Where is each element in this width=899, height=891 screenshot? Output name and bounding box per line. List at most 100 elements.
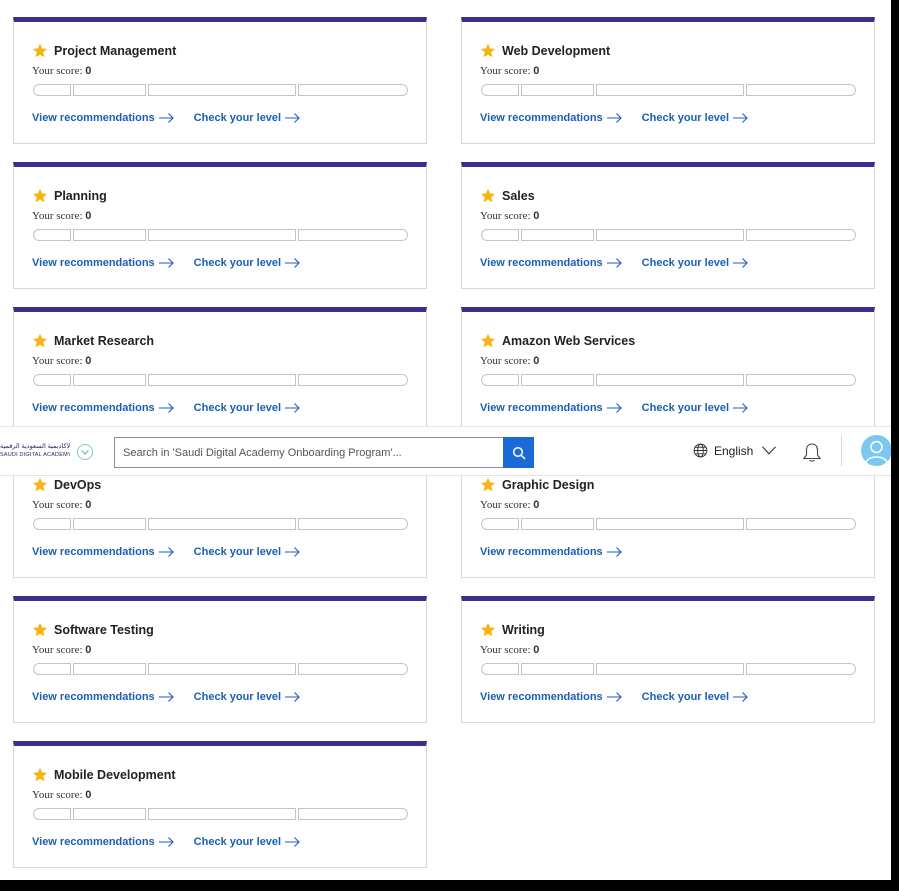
view-recommendations-label: View recommendations bbox=[32, 546, 155, 558]
check-your-level-label: Check your level bbox=[193, 836, 282, 848]
card-header: Planning bbox=[32, 188, 107, 204]
arrow-right-icon bbox=[285, 403, 300, 413]
arrow-right-icon bbox=[285, 692, 300, 702]
check-your-level-link[interactable]: Check your level bbox=[194, 691, 300, 703]
skill-title: Graphic Design bbox=[502, 478, 595, 492]
score-row: Your score: 0 bbox=[480, 210, 539, 222]
check-your-level-link[interactable]: Check your level bbox=[642, 691, 748, 703]
progress-segment bbox=[298, 808, 408, 820]
star-icon bbox=[480, 477, 496, 492]
score-value: 0 bbox=[85, 644, 92, 656]
arrow-right-icon bbox=[158, 113, 174, 123]
notifications-button[interactable] bbox=[802, 442, 822, 464]
check-your-level-link[interactable]: Check your level bbox=[194, 112, 300, 124]
card-links: View recommendations Check your level bbox=[32, 257, 320, 269]
search-field[interactable] bbox=[114, 437, 504, 468]
score-label: Your score: bbox=[480, 499, 534, 511]
arrow-right-icon bbox=[285, 547, 300, 557]
progress-segment bbox=[746, 229, 856, 241]
search-button[interactable] bbox=[503, 437, 534, 468]
view-recommendations-link[interactable]: View recommendations bbox=[480, 691, 622, 703]
top-header-bar: الأكاديمية السعودية الرقمية SAUDI DIGITA… bbox=[0, 426, 891, 476]
check-your-level-label: Check your level bbox=[193, 402, 282, 414]
skill-card: Writing Your score: 0 View recommendatio… bbox=[461, 596, 875, 723]
star-icon bbox=[480, 622, 496, 637]
level-progress-bar bbox=[481, 84, 856, 96]
progress-segment bbox=[298, 663, 408, 675]
academy-logo[interactable]: الأكاديمية السعودية الرقمية SAUDI DIGITA… bbox=[0, 443, 70, 463]
check-your-level-link[interactable]: Check your level bbox=[642, 112, 748, 124]
progress-segment bbox=[596, 374, 744, 386]
globe-icon bbox=[693, 443, 708, 458]
view-recommendations-link[interactable]: View recommendations bbox=[32, 546, 174, 558]
view-recommendations-label: View recommendations bbox=[480, 402, 603, 414]
progress-segment bbox=[746, 374, 856, 386]
progress-segment bbox=[33, 518, 71, 530]
progress-segment bbox=[33, 663, 71, 675]
view-recommendations-link[interactable]: View recommendations bbox=[480, 402, 622, 414]
chevron-down-icon bbox=[762, 446, 777, 455]
view-recommendations-label: View recommendations bbox=[480, 546, 603, 558]
arrow-right-icon bbox=[158, 547, 174, 557]
score-row: Your score: 0 bbox=[32, 499, 91, 511]
card-header: Amazon Web Services bbox=[480, 333, 635, 349]
view-recommendations-link[interactable]: View recommendations bbox=[32, 112, 174, 124]
check-your-level-link[interactable]: Check your level bbox=[194, 402, 300, 414]
search-input[interactable] bbox=[123, 446, 504, 459]
check-your-level-link[interactable]: Check your level bbox=[642, 257, 748, 269]
check-your-level-label: Check your level bbox=[641, 257, 730, 269]
score-row: Your score: 0 bbox=[32, 210, 91, 222]
check-your-level-link[interactable]: Check your level bbox=[194, 546, 300, 558]
progress-segment bbox=[148, 374, 296, 386]
view-recommendations-link[interactable]: View recommendations bbox=[32, 836, 174, 848]
score-row: Your score: 0 bbox=[32, 789, 91, 801]
card-header: Writing bbox=[480, 622, 545, 638]
progress-segment bbox=[596, 518, 744, 530]
score-label: Your score: bbox=[480, 65, 534, 77]
score-value: 0 bbox=[85, 210, 92, 222]
score-row: Your score: 0 bbox=[32, 355, 91, 367]
progress-segment bbox=[73, 808, 146, 820]
user-avatar[interactable] bbox=[861, 435, 891, 466]
view-recommendations-link[interactable]: View recommendations bbox=[480, 257, 622, 269]
check-your-level-label: Check your level bbox=[641, 402, 730, 414]
view-recommendations-label: View recommendations bbox=[32, 402, 155, 414]
score-row: Your score: 0 bbox=[480, 644, 539, 656]
card-links: View recommendations Check your level bbox=[32, 112, 320, 124]
view-recommendations-link[interactable]: View recommendations bbox=[32, 402, 174, 414]
view-recommendations-label: View recommendations bbox=[480, 112, 603, 124]
card-links: View recommendations Check your level bbox=[32, 691, 320, 703]
check-your-level-label: Check your level bbox=[641, 691, 730, 703]
view-recommendations-link[interactable]: View recommendations bbox=[32, 691, 174, 703]
score-label: Your score: bbox=[480, 644, 534, 656]
score-label: Your score: bbox=[32, 210, 86, 222]
arrow-right-icon bbox=[606, 258, 622, 268]
check-your-level-label: Check your level bbox=[193, 691, 282, 703]
view-recommendations-link[interactable]: View recommendations bbox=[480, 112, 622, 124]
view-recommendations-link[interactable]: View recommendations bbox=[32, 257, 174, 269]
view-recommendations-link[interactable]: View recommendations bbox=[480, 546, 622, 558]
logo-arabic-text: الأكاديمية السعودية الرقمية bbox=[0, 443, 70, 450]
chevron-down-icon[interactable] bbox=[77, 444, 93, 460]
check-your-level-link[interactable]: Check your level bbox=[194, 836, 300, 848]
score-label: Your score: bbox=[32, 789, 86, 801]
check-your-level-link[interactable]: Check your level bbox=[194, 257, 300, 269]
language-selector[interactable]: English bbox=[693, 443, 777, 458]
level-progress-bar bbox=[481, 663, 856, 675]
progress-segment bbox=[481, 663, 519, 675]
progress-segment bbox=[521, 229, 594, 241]
check-your-level-label: Check your level bbox=[193, 112, 282, 124]
skill-title: Sales bbox=[502, 189, 535, 203]
skill-card: Planning Your score: 0 View recommendati… bbox=[13, 162, 427, 289]
check-your-level-link[interactable]: Check your level bbox=[642, 402, 748, 414]
arrow-right-icon bbox=[606, 547, 622, 557]
arrow-right-icon bbox=[158, 692, 174, 702]
level-progress-bar bbox=[481, 229, 856, 241]
score-value: 0 bbox=[85, 499, 92, 511]
score-label: Your score: bbox=[32, 499, 86, 511]
score-label: Your score: bbox=[480, 210, 534, 222]
skill-card: Market Research Your score: 0 View recom… bbox=[13, 307, 427, 434]
view-recommendations-label: View recommendations bbox=[32, 836, 155, 848]
arrow-right-icon bbox=[158, 837, 174, 847]
progress-segment bbox=[73, 84, 146, 96]
